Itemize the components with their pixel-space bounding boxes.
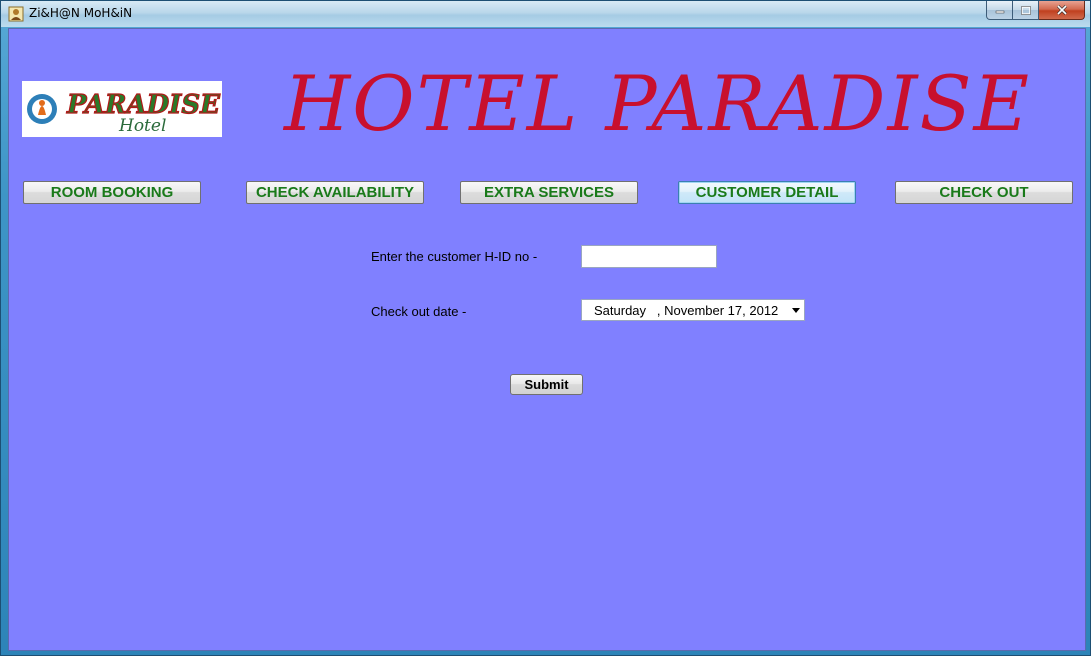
room-booking-button[interactable]: ROOM BOOKING bbox=[23, 181, 201, 204]
customer-detail-button[interactable]: CUSTOMER DETAIL bbox=[678, 181, 856, 204]
checkout-date-picker[interactable]: Saturday , November 17, 2012 bbox=[581, 299, 805, 321]
window-controls bbox=[986, 1, 1085, 21]
close-button[interactable] bbox=[1039, 1, 1085, 20]
close-icon bbox=[1056, 5, 1067, 15]
svg-text:Hotel: Hotel bbox=[118, 116, 166, 136]
window-title: Zi&H@N MoH&iN bbox=[29, 6, 133, 20]
check-out-button[interactable]: CHECK OUT bbox=[895, 181, 1073, 204]
extra-services-button[interactable]: EXTRA SERVICES bbox=[460, 181, 638, 204]
paradise-hotel-logo: PARADISE Hotel bbox=[22, 81, 222, 137]
chevron-down-icon[interactable] bbox=[788, 300, 804, 320]
hotel-headline: HOTEL PARADISE bbox=[284, 59, 1032, 148]
title-bar[interactable]: Zi&H@N MoH&iN bbox=[1, 1, 1090, 27]
user-icon[interactable] bbox=[8, 6, 24, 22]
submit-button[interactable]: Submit bbox=[510, 374, 583, 395]
minimize-icon bbox=[995, 10, 1004, 14]
maximize-button[interactable] bbox=[1013, 1, 1039, 20]
hid-input[interactable] bbox=[581, 245, 717, 268]
hid-label: Enter the customer H-ID no - bbox=[371, 249, 538, 264]
app-window: Zi&H@N MoH&iN PARADISE Hotel HOTEL PARAD… bbox=[0, 0, 1091, 656]
main-panel: PARADISE Hotel HOTEL PARADISE ROOM BOOKI… bbox=[8, 28, 1086, 651]
checkout-date-value: Saturday , November 17, 2012 bbox=[594, 302, 779, 318]
checkout-date-label: Check out date - bbox=[371, 304, 467, 319]
check-availability-button[interactable]: CHECK AVAILABILITY bbox=[246, 181, 424, 204]
minimize-button[interactable] bbox=[986, 1, 1013, 20]
maximize-icon bbox=[1020, 5, 1031, 15]
